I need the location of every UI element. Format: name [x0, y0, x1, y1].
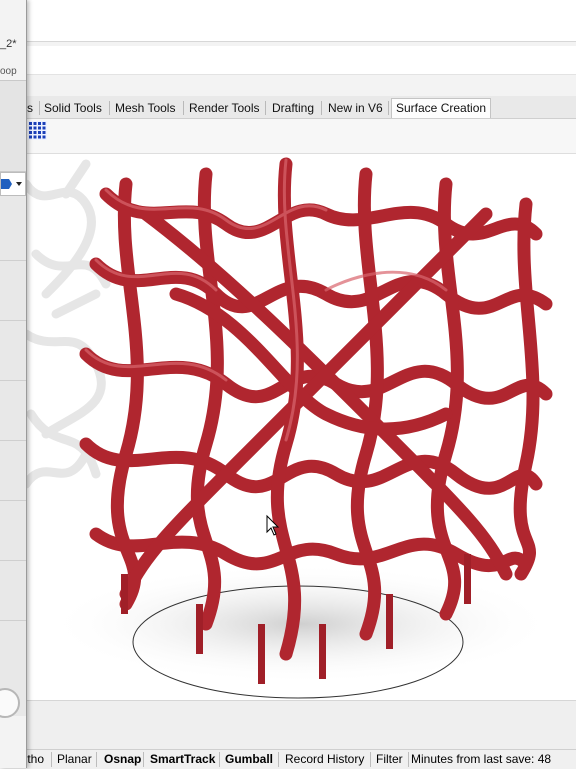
list-divider	[0, 560, 26, 561]
tab-separator	[388, 101, 389, 115]
left-panel-window: _2* oop	[0, 0, 27, 768]
status-separator	[219, 752, 220, 767]
status-separator	[143, 752, 144, 767]
tab-separator	[109, 101, 110, 115]
command-area[interactable]	[26, 46, 576, 75]
left-window-title: _2*	[0, 38, 17, 50]
title-bar	[26, 0, 576, 42]
dot-grid-tool-icon[interactable]	[28, 121, 47, 140]
status-bar: Ortho Planar Osnap SmartTrack Gumball Re…	[14, 749, 576, 769]
status-minutes-since-save: Minutes from last save: 48	[411, 752, 552, 766]
tab-separator	[265, 101, 266, 115]
status-smarttrack[interactable]: SmartTrack	[150, 752, 215, 767]
tab-render-tools[interactable]: Render Tools	[189, 99, 260, 117]
tab-surface-creation[interactable]: Surface Creation	[391, 98, 492, 118]
toolbar-tab-bar: s Solid Tools Mesh Tools Render Tools Dr…	[26, 96, 576, 119]
tab-separator	[39, 101, 40, 115]
list-divider	[0, 620, 26, 621]
tab-drafting[interactable]: Drafting	[272, 99, 314, 117]
status-planar[interactable]: Planar	[57, 752, 92, 767]
tab-mesh-tools[interactable]: Mesh Tools	[115, 99, 175, 117]
list-divider	[0, 320, 26, 321]
status-record-history[interactable]: Record History	[285, 752, 364, 767]
perspective-viewport[interactable]	[26, 154, 576, 700]
status-separator	[51, 752, 52, 767]
left-list	[0, 196, 26, 716]
toolbar-row	[26, 119, 576, 154]
rhino-main-window: s Solid Tools Mesh Tools Render Tools Dr…	[14, 0, 576, 769]
status-separator	[96, 752, 97, 767]
tab-separator	[183, 101, 184, 115]
display-mode-icon	[1, 179, 22, 189]
white-lattice	[26, 159, 111, 489]
lattice-render	[26, 157, 556, 699]
left-window-subtitle: oop	[0, 66, 17, 77]
left-panel-header	[0, 80, 26, 172]
tab-separator	[321, 101, 322, 115]
list-divider	[0, 380, 26, 381]
bottom-panel	[26, 700, 576, 749]
tab-partial[interactable]: s	[27, 99, 33, 117]
left-dropdown[interactable]	[0, 172, 26, 196]
tab-solid-tools[interactable]: Solid Tools	[44, 99, 102, 117]
title-divider	[26, 41, 576, 42]
status-gumball[interactable]: Gumball	[225, 752, 273, 767]
status-separator	[370, 752, 371, 767]
list-divider	[0, 440, 26, 441]
list-divider	[0, 500, 26, 501]
list-divider	[0, 260, 26, 261]
status-osnap[interactable]: Osnap	[104, 752, 141, 767]
tab-new-in-v6[interactable]: New in V6	[328, 99, 383, 117]
status-separator	[278, 752, 279, 767]
status-filter[interactable]: Filter	[376, 752, 403, 767]
status-separator	[408, 752, 409, 767]
